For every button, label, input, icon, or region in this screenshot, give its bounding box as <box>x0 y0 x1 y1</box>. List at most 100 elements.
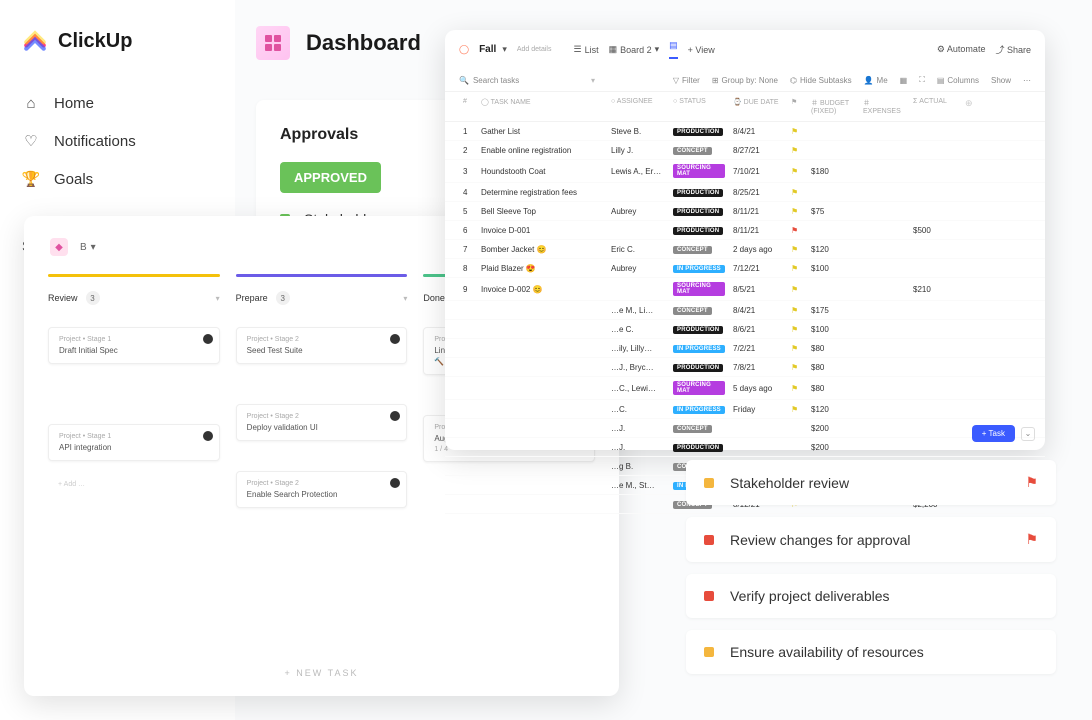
add-card[interactable]: + Add … <box>48 481 220 488</box>
table-row[interactable]: 7Bomber Jacket 😊Eric C.CONCEPT2 days ago… <box>445 240 1045 259</box>
task-list-widget: Stakeholder review⚑ Review changes for ap… <box>686 460 1056 686</box>
table-row[interactable]: 1Gather ListSteve B.PRODUCTION8/4/21⚑ <box>445 122 1045 141</box>
new-task-button[interactable]: + Task <box>972 425 1015 442</box>
table-body: 1Gather ListSteve B.PRODUCTION8/4/21⚑2En… <box>445 122 1045 514</box>
filter-bar: 🔍Search tasks ▾ ▽ Filter ⊞ Group by: Non… <box>445 69 1045 92</box>
col-index[interactable]: # <box>459 98 477 115</box>
table-header: # ◯ TASK NAME ○ ASSIGNEE ○ STATUS ⌚ DUE … <box>445 92 1045 122</box>
col-budget[interactable]: ＃ BUDGET (FIXED) <box>807 98 859 115</box>
flag-icon: ⚑ <box>1025 474 1038 491</box>
table-row[interactable]: …ily, Lilly…IN PROGRESS7/2/21⚑$80 <box>445 339 1045 358</box>
card-crumb: Project • Stage 1 <box>59 433 209 440</box>
task-menu-button[interactable]: ⌄ <box>1021 427 1035 441</box>
col-head[interactable]: Review 3 ▾ <box>48 287 220 309</box>
card-title: Seed Test Suite <box>247 346 397 355</box>
col-count: 3 <box>86 291 100 305</box>
table-row[interactable]: …J., Bryc…PRODUCTION7/8/21⚑$80 <box>445 358 1045 377</box>
group-button[interactable]: ⊞ Group by: None <box>712 76 778 85</box>
table-row[interactable]: 4Determine registration feesPRODUCTION8/… <box>445 183 1045 202</box>
board-col-review: Review 3 ▾ Project • Stage 1 Draft Initi… <box>48 274 220 508</box>
col-expenses[interactable]: ＃ EXPENSES <box>859 98 909 115</box>
logo-icon <box>22 28 48 54</box>
folder-icon: ◯ <box>459 44 469 55</box>
subtasks-button[interactable]: ⌬ Hide Subtasks <box>790 76 852 85</box>
col-due[interactable]: ⌚ DUE DATE <box>729 98 787 115</box>
home-icon: ⌂ <box>22 94 40 112</box>
share-button[interactable]: ⤴ Share <box>995 43 1031 56</box>
task-row[interactable]: Review changes for approval⚑ <box>686 517 1056 562</box>
table-row[interactable]: …e C.PRODUCTION8/6/21⚑$100 <box>445 320 1045 339</box>
list-header: ◯ Fall▾ Add details ☰ List ▦ Board 2 ▾ ▤… <box>445 30 1045 69</box>
col-actual[interactable]: Σ ACTUAL <box>909 98 961 115</box>
chevron-down-icon: ▾ <box>403 294 407 303</box>
board-card[interactable]: Project • Stage 2 Enable Search Protecti… <box>236 471 408 508</box>
brand-name: ClickUp <box>58 30 132 53</box>
flag-icon: ⚑ <box>1025 531 1038 548</box>
table-row[interactable]: …J.PRODUCTION$200 <box>445 438 1045 457</box>
view-active[interactable]: ▤ <box>669 40 678 59</box>
filter-button[interactable]: ▽ Filter <box>673 76 700 85</box>
card-crumb: Project • Stage 2 <box>247 480 397 487</box>
table-row[interactable]: 6Invoice D-001PRODUCTION8/11/21⚑$500 <box>445 221 1045 240</box>
col-name[interactable]: ◯ TASK NAME <box>477 98 607 115</box>
board-card[interactable]: Project • Stage 2 Deploy validation UI <box>236 404 408 441</box>
search-icon: 🔍 <box>459 76 469 85</box>
dashboard-icon <box>256 26 290 60</box>
board-card[interactable]: Project • Stage 1 API integration <box>48 424 220 461</box>
table-row[interactable]: 2Enable online registrationLilly J.CONCE… <box>445 141 1045 160</box>
list-panel: ◯ Fall▾ Add details ☰ List ▦ Board 2 ▾ ▤… <box>445 30 1045 450</box>
nav-home[interactable]: ⌂ Home <box>22 84 213 122</box>
table-icon: ▤ <box>669 40 678 51</box>
chevron-down-icon: ▾ <box>216 294 220 303</box>
card-crumb: Project • Stage 2 <box>247 336 397 343</box>
task-row[interactable]: Verify project deliverables <box>686 574 1056 618</box>
table-row[interactable]: …J.CONCEPT$200 <box>445 419 1045 438</box>
col-head[interactable]: Prepare 3 ▾ <box>236 287 408 309</box>
card-crumb: Project • Stage 2 <box>247 413 397 420</box>
status-dot-icon <box>704 535 714 545</box>
nav-notifications[interactable]: ♡ Notifications <box>22 122 213 160</box>
col-priority[interactable]: ⚑ <box>787 98 807 115</box>
board-col-prepare: Prepare 3 ▾ Project • Stage 2 Seed Test … <box>236 274 408 508</box>
view-grid-icon[interactable]: ▦ <box>900 76 908 85</box>
table-row[interactable]: 5Bell Sleeve TopAubreyPRODUCTION8/11/21⚑… <box>445 202 1045 221</box>
nav-home-label: Home <box>54 95 94 112</box>
list-title[interactable]: Fall▾ <box>479 44 507 55</box>
list-subtitle[interactable]: Add details <box>517 46 552 53</box>
task-row[interactable]: Stakeholder review⚑ <box>686 460 1056 505</box>
view-board[interactable]: ▦ Board 2 ▾ <box>609 40 660 59</box>
automate-button[interactable]: ⚙ Automate <box>937 44 986 55</box>
board-icon: ▦ <box>609 44 618 55</box>
task-row[interactable]: Ensure availability of resources <box>686 630 1056 674</box>
new-task-button[interactable]: + NEW TASK <box>285 668 359 678</box>
table-row[interactable]: 8Plaid Blazer 😍AubreyIN PROGRESS7/12/21⚑… <box>445 259 1045 278</box>
view-list[interactable]: ☰ List <box>573 40 598 59</box>
approved-badge: APPROVED <box>280 162 381 193</box>
col-name: Review <box>48 293 78 303</box>
nav-goals[interactable]: 🏆 Goals <box>22 160 213 198</box>
board-card[interactable]: Project • Stage 2 Seed Test Suite <box>236 327 408 364</box>
show-button[interactable]: Show <box>991 76 1011 85</box>
toolbar-b[interactable]: B▾ <box>80 242 96 253</box>
col-status[interactable]: ○ STATUS <box>669 98 729 115</box>
view-add[interactable]: + View <box>688 40 715 59</box>
view-fullscreen-icon[interactable]: ⛶ <box>919 75 925 85</box>
avatar-icon <box>203 334 213 344</box>
search-input[interactable]: 🔍Search tasks <box>459 76 579 85</box>
more-icon[interactable]: ⋯ <box>1023 76 1031 85</box>
columns-button[interactable]: ▤ Columns <box>937 76 979 85</box>
status-dot-icon <box>704 591 714 601</box>
card-title: API integration <box>59 443 209 452</box>
dashboard-title: Dashboard <box>306 30 421 56</box>
table-row[interactable]: …e M., Li…CONCEPT8/4/21⚑$175 <box>445 301 1045 320</box>
table-row[interactable]: 3Houndstooth CoatLewis A., Er…SOURCING M… <box>445 160 1045 183</box>
table-row[interactable]: …C.IN PROGRESSFriday⚑$120 <box>445 400 1045 419</box>
board-card[interactable]: Project • Stage 1 Draft Initial Spec <box>48 327 220 364</box>
table-row[interactable]: …C., Lewi…SOURCING MAT5 days ago⚑$80 <box>445 377 1045 400</box>
me-button[interactable]: 👤 Me <box>864 76 888 85</box>
logo[interactable]: ClickUp <box>22 28 213 54</box>
board-app-icon[interactable]: ◆ <box>50 238 68 256</box>
add-column[interactable]: ⊕ <box>961 98 981 115</box>
table-row[interactable]: 9Invoice D-002 😊SOURCING MAT8/5/21⚑$210 <box>445 278 1045 301</box>
col-assignee[interactable]: ○ ASSIGNEE <box>607 98 669 115</box>
